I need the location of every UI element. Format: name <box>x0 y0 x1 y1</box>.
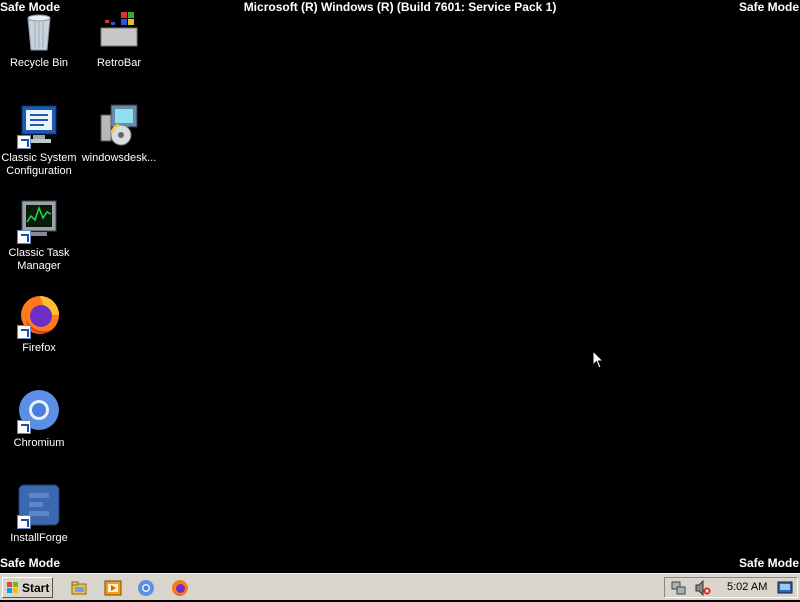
task-manager-icon <box>17 198 61 244</box>
desktop-icon-classic-task-manager[interactable]: Classic Task Manager <box>0 198 78 273</box>
safe-mode-label-bottom-left: Safe Mode <box>0 556 61 570</box>
desktop-icon-label: RetroBar <box>96 57 142 69</box>
desktop-icon-recycle-bin[interactable]: Recycle Bin <box>0 8 78 70</box>
start-button[interactable]: Start <box>2 577 53 598</box>
shortcut-arrow-icon <box>17 420 31 434</box>
media-player-icon[interactable] <box>104 579 122 597</box>
shortcut-arrow-icon <box>17 325 31 339</box>
show-desktop-icon[interactable] <box>777 580 793 601</box>
desktop-icon-installforge[interactable]: InstallForge <box>0 483 78 545</box>
system-config-icon <box>17 103 61 149</box>
explorer-icon[interactable] <box>70 579 88 597</box>
desktop-icon-label: Firefox <box>22 342 56 354</box>
taskbar: Start 5:02 AM <box>0 573 800 600</box>
desktop-icon-chromium[interactable]: Chromium <box>0 388 78 450</box>
recycle-bin-icon <box>17 8 61 52</box>
desktop-icon-label: Classic Task Manager <box>8 247 70 272</box>
start-label: Start <box>22 580 50 595</box>
desktop-icon-label: windowsdesk... <box>81 152 157 164</box>
system-tray: 5:02 AM <box>664 577 798 598</box>
network-icon[interactable] <box>671 580 687 601</box>
volume-muted-icon[interactable] <box>695 579 711 601</box>
safe-mode-label-bottom-right: Safe Mode <box>738 556 799 570</box>
shortcut-arrow-icon <box>17 135 31 149</box>
chromium-icon <box>17 388 61 434</box>
firefox-icon[interactable] <box>171 579 189 597</box>
desktop-icon-windowsdesk[interactable]: windowsdesk... <box>80 103 158 165</box>
desktop-icon-firefox[interactable]: Firefox <box>0 293 78 355</box>
desktop-icon-label: Classic System Configuration <box>1 152 77 177</box>
desktop-icon-retrobar[interactable]: RetroBar <box>80 8 158 70</box>
windows-logo-icon <box>7 581 19 594</box>
desktop-icon-classic-system-configuration[interactable]: Classic System Configuration <box>0 103 78 178</box>
chromium-icon[interactable] <box>137 579 155 597</box>
mouse-cursor-icon <box>592 349 605 375</box>
shortcut-arrow-icon <box>17 230 31 244</box>
installforge-icon <box>17 483 61 529</box>
installer-icon <box>97 103 141 147</box>
desktop-icon-label: InstallForge <box>10 532 68 544</box>
clock[interactable]: 5:02 AM <box>727 581 767 593</box>
desktop-icon-label: Recycle Bin <box>9 57 69 69</box>
retrobar-icon <box>97 8 141 52</box>
desktop-icon-label: Chromium <box>13 437 65 449</box>
firefox-icon <box>17 293 61 339</box>
shortcut-arrow-icon <box>17 515 31 529</box>
